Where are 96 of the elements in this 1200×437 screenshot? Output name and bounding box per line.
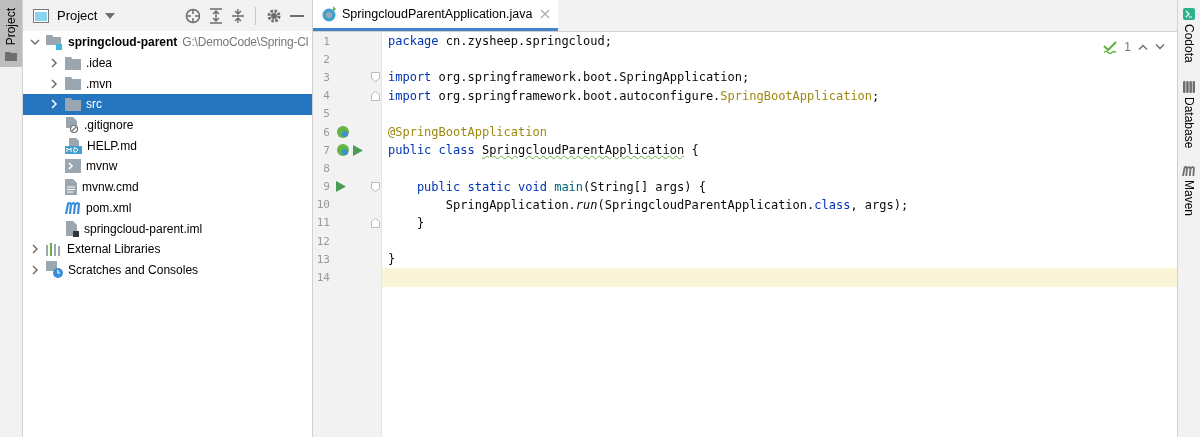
- tree-item[interactable]: springcloud-parent.iml: [23, 218, 312, 239]
- dropdown-caret-icon[interactable]: [105, 12, 116, 19]
- line-number: 7: [322, 143, 330, 157]
- folder-icon: [65, 97, 81, 111]
- database-icon: [1183, 80, 1195, 93]
- chevron-icon[interactable]: [30, 37, 40, 48]
- next-highlight-icon[interactable]: [1155, 44, 1165, 50]
- code-text: public static void main(String[] args) {: [415, 179, 706, 194]
- line-number: 12: [315, 234, 330, 248]
- tree-item[interactable]: .gitignore: [23, 114, 312, 136]
- previous-highlight-icon[interactable]: [1138, 44, 1148, 50]
- code-text: package cn.zysheep.springcloud;: [388, 34, 612, 49]
- tree-item-label: .gitignore: [84, 118, 134, 133]
- line-number: 6: [322, 125, 330, 139]
- terminal-icon: [1183, 8, 1195, 20]
- text-file-icon: [65, 179, 77, 196]
- module-path: G:\DemoCode\Spring-Cl: [182, 35, 309, 50]
- tree-item[interactable]: HELP.md: [23, 135, 312, 157]
- tool-window-tab[interactable]: Maven: [1182, 166, 1196, 217]
- inspection-count: 1: [1124, 40, 1131, 54]
- tree-item-label: pom.xml: [86, 200, 132, 215]
- chevron-icon[interactable]: [49, 78, 59, 89]
- module-file-icon: [65, 220, 79, 237]
- tree-item-label: External Libraries: [67, 242, 161, 257]
- inspection-ok-icon[interactable]: [1103, 40, 1118, 54]
- line-number: 1: [322, 34, 330, 48]
- libraries-icon: [46, 242, 62, 257]
- chevron-icon[interactable]: [30, 264, 40, 275]
- tree-item[interactable]: mvnw.cmd: [23, 176, 312, 198]
- line-number: 3: [322, 70, 330, 84]
- collapse-all-icon[interactable]: [231, 7, 245, 24]
- tree-item-label: springcloud-parent: [68, 35, 178, 50]
- tree-item-label: springcloud-parent.iml: [84, 221, 203, 236]
- tree-item[interactable]: mvnw: [23, 156, 312, 177]
- tree-item[interactable]: pom.xml: [23, 197, 312, 219]
- tree-item[interactable]: src: [23, 94, 312, 115]
- expand-all-icon[interactable]: [209, 7, 223, 24]
- tree-item-label: Scratches and Consoles: [68, 262, 199, 277]
- close-icon[interactable]: [540, 9, 551, 19]
- code-text: }: [415, 215, 425, 230]
- line-number: 2: [322, 52, 330, 66]
- folder-icon: [5, 51, 17, 62]
- file-ignored-icon: [65, 117, 79, 134]
- folder-icon: [65, 56, 81, 70]
- tree-item-label: mvnw.cmd: [82, 180, 139, 195]
- tree-item-label: mvnw: [86, 159, 118, 174]
- fold-marker-icon[interactable]: [370, 181, 380, 192]
- bean-icon[interactable]: [335, 125, 350, 140]
- fold-marker-icon[interactable]: [370, 72, 380, 83]
- run-icon[interactable]: [352, 144, 363, 156]
- scratches-icon: [46, 261, 63, 279]
- tree-item[interactable]: .idea: [23, 52, 312, 74]
- code-text: SpringApplication.run(SpringcloudParentApplication.class, args);: [444, 197, 909, 212]
- project-tool-tab[interactable]: Project: [0, 0, 22, 68]
- tree-item-label: .idea: [86, 56, 113, 71]
- chevron-icon[interactable]: [49, 58, 59, 69]
- tree-item[interactable]: External Libraries: [23, 238, 312, 260]
- fold-marker-icon[interactable]: [370, 90, 380, 101]
- tree-item[interactable]: .mvn: [23, 73, 312, 95]
- folder-icon: [65, 77, 81, 91]
- line-number: 8: [322, 161, 330, 175]
- code-text: import org.springframework.boot.SpringApplication;: [388, 70, 750, 85]
- tree-item-label: src: [86, 97, 102, 112]
- tree-item[interactable]: springcloud-parent G:\DemoCode\Spring-Cl: [23, 32, 312, 53]
- line-number: 13: [315, 252, 330, 266]
- maven-m-icon: [1182, 166, 1196, 177]
- chevron-icon[interactable]: [30, 244, 40, 255]
- tree-item-label: .mvn: [86, 76, 112, 91]
- line-number: 9: [322, 180, 330, 194]
- code-text: @SpringBootApplication: [388, 125, 547, 140]
- code-text: }: [388, 252, 396, 267]
- line-number: 4: [322, 89, 330, 103]
- class-file-icon: [321, 6, 337, 22]
- module-icon: [46, 34, 63, 50]
- markdown-file-icon: [65, 137, 82, 154]
- tool-window-tab[interactable]: Codota: [1182, 8, 1196, 63]
- shell-script-icon: [65, 159, 81, 174]
- line-number: 11: [315, 216, 330, 230]
- chevron-icon[interactable]: [49, 99, 59, 110]
- tree-item[interactable]: Scratches and Consoles: [23, 259, 312, 281]
- code-text: public class SpringcloudParentApplication {: [388, 143, 699, 158]
- editor-tab[interactable]: SpringcloudParentApplication.java: [313, 0, 559, 31]
- run-icon[interactable]: [335, 181, 346, 193]
- maven-m-icon: [65, 201, 81, 214]
- line-number: 5: [322, 107, 330, 121]
- bean-icon[interactable]: [335, 143, 350, 158]
- line-number: 10: [315, 198, 330, 212]
- locate-icon[interactable]: [185, 7, 201, 24]
- tree-item-label: HELP.md: [87, 138, 137, 153]
- code-text: import org.springframework.boot.autoconfigure.SpringBootApplication;: [388, 88, 880, 103]
- settings-icon[interactable]: [266, 7, 282, 24]
- tool-window-tab[interactable]: Database: [1182, 80, 1196, 149]
- fold-marker-icon[interactable]: [370, 217, 380, 228]
- line-number: 14: [315, 271, 330, 285]
- panel-title[interactable]: Project: [57, 8, 98, 23]
- project-view-icon: [33, 8, 49, 23]
